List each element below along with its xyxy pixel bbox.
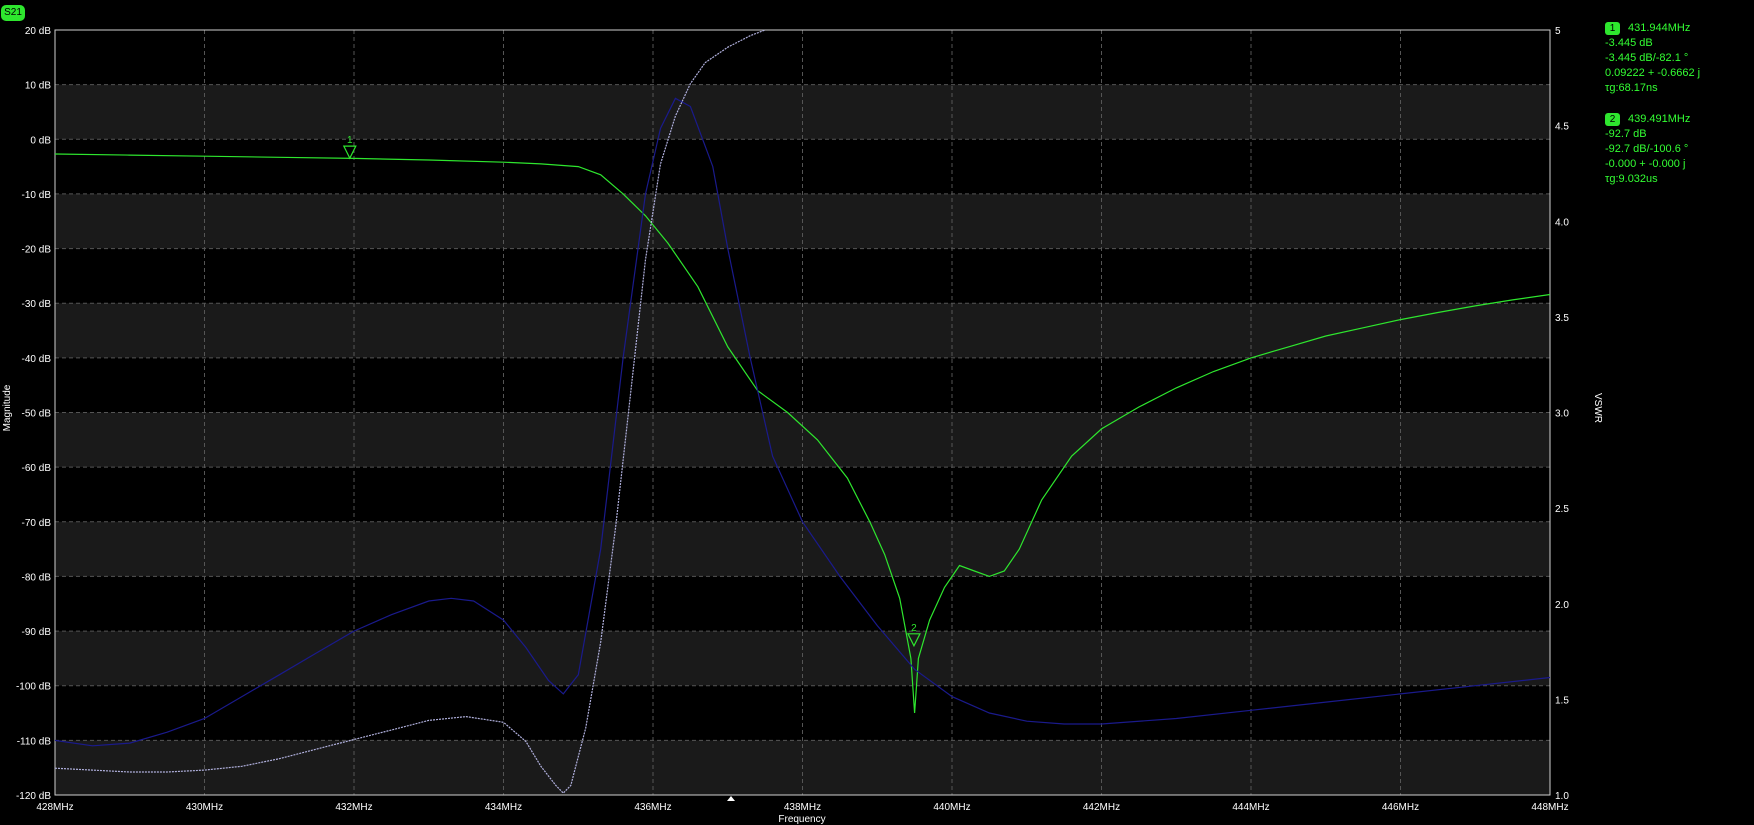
y2-tick-label: 5: [1555, 26, 1561, 37]
y-tick-label: -30 dB: [22, 299, 52, 310]
marker-label: 2: [911, 623, 917, 634]
center-frequency-indicator[interactable]: [727, 796, 735, 801]
y-tick-label: -90 dB: [22, 627, 52, 638]
x-tick-label: 432MHz: [335, 802, 372, 813]
trace-badge-s21[interactable]: S21: [1, 5, 25, 21]
marker-readout-line: τg:68.17ns: [1605, 82, 1658, 94]
y2-tick-label: 2.0: [1555, 600, 1569, 611]
y-tick-label: -80 dB: [22, 572, 52, 583]
x-tick-label: 446MHz: [1382, 802, 1419, 813]
marker-readout-line: τg:9.032us: [1605, 173, 1658, 185]
y-tick-label: -120 dB: [16, 791, 51, 802]
x-tick-label: 440MHz: [933, 802, 970, 813]
x-tick-label: 444MHz: [1232, 802, 1269, 813]
y2-tick-label: 4.5: [1555, 122, 1569, 133]
y-tick-label: -10 dB: [22, 190, 52, 201]
x-tick-label: 448MHz: [1531, 802, 1568, 813]
marker-frequency: 431.944MHz: [1628, 22, 1691, 34]
y2-tick-label: 3.0: [1555, 409, 1569, 420]
marker-id-badge[interactable]: 2: [1605, 112, 1620, 126]
marker-readout-line: -3.445 dB/-82.1 °: [1605, 52, 1689, 64]
y-tick-label: 0 dB: [30, 135, 51, 146]
y-tick-label: -70 dB: [22, 518, 52, 529]
y-tick-label: -100 dB: [16, 682, 51, 693]
x-axis-label: Frequency: [778, 814, 825, 825]
x-tick-label: 438MHz: [784, 802, 821, 813]
x-tick-label: 430MHz: [186, 802, 223, 813]
y-tick-label: 10 dB: [25, 81, 51, 92]
marker-readout-2: 2 439.491MHz -92.7 dB -92.7 dB/-100.6 ° -…: [1605, 112, 1690, 187]
x-tick-label: 436MHz: [634, 802, 671, 813]
marker-readout-line: -0.000 + -0.000 j: [1605, 158, 1686, 170]
chart: 1 2 428MHz 430MHz 432MHz 434MHz 436MHz 438MHz 4…: [2, 26, 1603, 825]
marker-readout-line: -3.445 dB: [1605, 37, 1653, 49]
y-tick-label: 20 dB: [25, 26, 51, 37]
x-tick-label: 434MHz: [485, 802, 522, 813]
y2-tick-label: 3.5: [1555, 313, 1569, 324]
marker-readout-line: -92.7 dB/-100.6 °: [1605, 143, 1689, 155]
y-tick-label: -110 dB: [17, 736, 52, 747]
marker-frequency: 439.491MHz: [1628, 113, 1691, 125]
marker-id-badge[interactable]: 1: [1605, 21, 1620, 35]
y-tick-label: -40 dB: [22, 354, 52, 365]
x-tick-label: 428MHz: [36, 802, 73, 813]
y-tick-label: -50 dB: [22, 409, 52, 420]
y2-tick-label: 2.5: [1555, 504, 1569, 515]
marker-readout-line: 0.09222 + -0.6662 j: [1605, 67, 1701, 79]
y2-tick-label: 4.0: [1555, 217, 1569, 228]
marker-readout-1: 1 431.944MHz -3.445 dB -3.445 dB/-82.1 ° …: [1605, 21, 1700, 96]
y-tick-label: -20 dB: [22, 245, 52, 256]
y-tick-label: -60 dB: [22, 463, 52, 474]
y2-axis-label: VSWR: [1592, 393, 1603, 423]
y-axis-label: Magnitude: [2, 384, 13, 431]
y2-tick-label: 1.5: [1555, 695, 1569, 706]
x-tick-label: 442MHz: [1083, 802, 1120, 813]
marker-readout-line: -92.7 dB: [1605, 128, 1647, 140]
y2-tick-label: 1.0: [1555, 791, 1569, 802]
marker-label: 1: [347, 135, 353, 146]
